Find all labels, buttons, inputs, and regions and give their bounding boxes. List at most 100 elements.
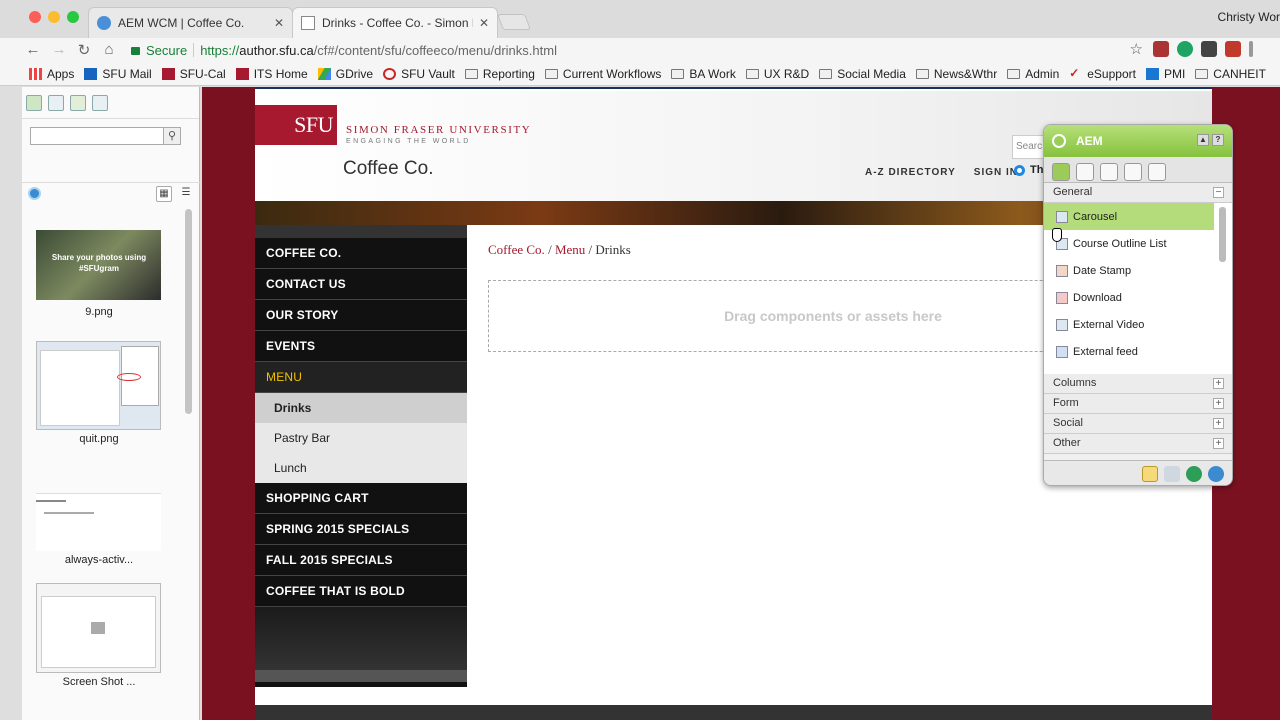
bookmark-esupport[interactable]: ✓ eSupport <box>1069 67 1136 81</box>
search-icon[interactable]: ⚲ <box>163 127 181 145</box>
browser-tab-drinks[interactable]: Drinks - Coffee Co. - Simon Fr ✕ <box>292 7 498 38</box>
expand-group-icon[interactable]: + <box>1213 438 1224 449</box>
bookmark-social-media[interactable]: Social Media <box>819 67 906 81</box>
component-date-stamp[interactable]: Date Stamp <box>1044 257 1214 284</box>
bookmark-current-workflows[interactable]: Current Workflows <box>544 67 661 81</box>
bookmark-gdrive[interactable]: GDrive <box>317 67 373 81</box>
search-scope-radio[interactable]: Th <box>1014 164 1043 176</box>
secure-indicator[interactable]: Secure <box>123 43 187 58</box>
close-window-icon[interactable] <box>29 11 41 23</box>
bookmark-ux-rd[interactable]: UX R&D <box>745 67 809 81</box>
subnav-item-lunch[interactable]: Lunch <box>255 453 467 483</box>
component-external-video[interactable]: External Video <box>1044 311 1214 338</box>
breadcrumb-home-link[interactable]: Coffee Co. <box>488 242 545 257</box>
documents-tab-icon[interactable] <box>48 95 64 111</box>
nav-item-coffee-co[interactable]: COFFEE CO. <box>255 238 467 269</box>
minimize-window-icon[interactable] <box>48 11 60 23</box>
expand-group-icon[interactable]: + <box>1213 418 1224 429</box>
asset-thumbnail[interactable]: quit.png <box>36 341 162 445</box>
extension-icon[interactable] <box>1153 41 1169 57</box>
publish-icon[interactable] <box>1186 466 1202 482</box>
group-form[interactable]: Form + <box>1044 394 1232 414</box>
images-tab-icon[interactable] <box>26 95 42 111</box>
profile-name[interactable]: Christy Wor <box>1218 10 1280 24</box>
bookmark-admin[interactable]: Admin <box>1007 67 1059 81</box>
asset-thumbnail[interactable]: always-activ... <box>36 493 162 566</box>
component-download[interactable]: Download <box>1044 284 1214 311</box>
nav-item-shopping-cart[interactable]: SHOPPING CART <box>255 483 467 514</box>
group-columns[interactable]: Columns + <box>1044 374 1232 394</box>
component-course-outline-list[interactable]: Course Outline List <box>1044 230 1214 257</box>
nav-item-events[interactable]: EVENTS <box>255 331 467 362</box>
help-icon[interactable]: ? <box>1212 134 1224 146</box>
component-list-scrollbar[interactable] <box>1219 207 1226 262</box>
nav-item-fall-specials[interactable]: FALL 2015 SPECIALS <box>255 545 467 576</box>
subnav-item-pastry-bar[interactable]: Pastry Bar <box>255 423 467 453</box>
address-bar[interactable]: Secure https://author.sfu.ca/cf#/content… <box>123 39 1147 61</box>
workflow-tab-icon[interactable] <box>1148 163 1166 181</box>
menu-icon[interactable] <box>1249 41 1253 57</box>
bookmark-apps[interactable]: Apps <box>29 67 74 81</box>
bookmark-ba-work[interactable]: BA Work <box>671 67 736 81</box>
nav-item-spring-specials[interactable]: SPRING 2015 SPECIALS <box>255 514 467 545</box>
nav-item-contact-us[interactable]: CONTACT US <box>255 269 467 300</box>
asset-thumbnail[interactable]: Share your photos using #SFUgram 9.png <box>36 230 162 318</box>
component-carousel[interactable]: Carousel <box>1044 203 1214 230</box>
asset-thumbnail[interactable]: Screen Shot ... <box>36 583 162 688</box>
bookmark-news-wthr[interactable]: News&Wthr <box>915 67 997 81</box>
group-general[interactable]: General − <box>1044 183 1232 203</box>
group-social[interactable]: Social + <box>1044 414 1232 434</box>
bookmark-reporting[interactable]: Reporting <box>464 67 535 81</box>
home-icon[interactable]: ⌂ <box>100 41 118 58</box>
refresh-icon[interactable] <box>28 187 41 200</box>
bookmark-its-home[interactable]: ITS Home <box>235 67 308 81</box>
bookmark-canheit[interactable]: CANHEIT <box>1195 67 1266 81</box>
extension-icon[interactable] <box>1201 41 1217 57</box>
asset-search-input[interactable] <box>30 127 181 145</box>
maximize-window-icon[interactable] <box>67 11 79 23</box>
components-tab-icon[interactable] <box>1052 163 1070 181</box>
bookmark-sfu-cal[interactable]: SFU-Cal <box>161 67 226 81</box>
browser-tab-aem-wcm[interactable]: AEM WCM | Coffee Co. ✕ <box>88 7 293 38</box>
refresh-icon[interactable] <box>1208 466 1224 482</box>
az-directory-link[interactable]: A-Z DIRECTORY <box>865 167 956 178</box>
nav-item-our-story[interactable]: OUR STORY <box>255 300 467 331</box>
versioning-tab-icon[interactable] <box>1124 163 1142 181</box>
subnav-item-drinks[interactable]: Drinks <box>255 393 467 423</box>
bookmark-pmi[interactable]: PMI <box>1145 67 1185 81</box>
expand-group-icon[interactable]: + <box>1213 378 1224 389</box>
products-tab-icon[interactable] <box>70 95 86 111</box>
nav-item-menu[interactable]: MENU <box>255 362 467 393</box>
nav-item-coffee-bold[interactable]: COFFEE THAT IS BOLD <box>255 576 467 607</box>
grid-view-icon[interactable]: ▦ <box>156 186 172 202</box>
bookmark-sfu-mail[interactable]: SFU Mail <box>84 67 152 81</box>
asset-image[interactable] <box>36 583 161 673</box>
back-icon[interactable]: ← <box>24 41 42 58</box>
edit-mode-icon[interactable] <box>1142 466 1158 482</box>
close-tab-icon[interactable]: ✕ <box>274 16 284 30</box>
asset-scrollbar[interactable] <box>185 209 192 414</box>
close-tab-icon[interactable]: ✕ <box>479 16 489 30</box>
expand-group-icon[interactable]: + <box>1213 398 1224 409</box>
new-tab-button[interactable] <box>497 14 531 30</box>
collapse-icon[interactable]: ▲ <box>1197 134 1209 146</box>
group-other[interactable]: Other + <box>1044 434 1232 454</box>
sidekick-header[interactable]: AEM ▲ ? <box>1044 125 1232 157</box>
list-view-icon[interactable]: ☰ <box>178 186 194 202</box>
breadcrumb-menu-link[interactable]: Menu <box>555 242 585 257</box>
asset-image[interactable] <box>36 341 161 430</box>
forward-icon[interactable]: → <box>50 41 68 58</box>
collapse-group-icon[interactable]: − <box>1213 187 1224 198</box>
pages-tab-icon[interactable] <box>92 95 108 111</box>
page-tab-icon[interactable] <box>1076 163 1094 181</box>
sign-in-link[interactable]: SIGN IN <box>974 167 1018 178</box>
sfu-logo[interactable]: SFU <box>255 105 337 145</box>
bookmark-sfu-vault[interactable]: SFU Vault <box>383 67 455 81</box>
component-external-feed[interactable]: External feed <box>1044 338 1214 365</box>
bookmark-star-icon[interactable]: ☆ <box>1130 40 1143 58</box>
pdf-icon[interactable] <box>1225 41 1241 57</box>
site-title[interactable]: Coffee Co. <box>343 158 433 180</box>
asset-image[interactable]: Share your photos using #SFUgram <box>36 230 161 300</box>
grammarly-icon[interactable] <box>1177 41 1193 57</box>
asset-image[interactable] <box>36 493 161 551</box>
